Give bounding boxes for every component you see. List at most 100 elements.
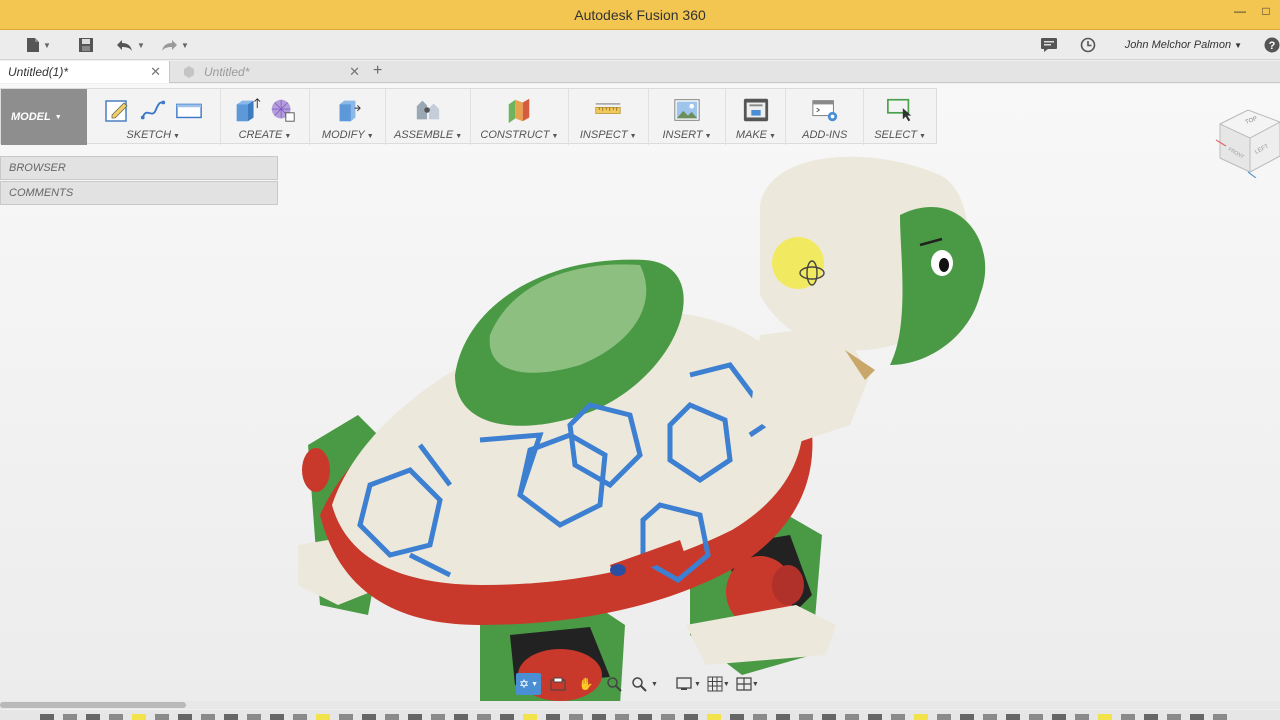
look-at-icon[interactable]	[547, 673, 569, 695]
timeline-feature-icon[interactable]	[316, 714, 330, 720]
timeline-feature-icon[interactable]	[1075, 714, 1089, 720]
timeline-feature-icon[interactable]	[1167, 714, 1181, 720]
workspace-switcher[interactable]: MODEL ▼	[1, 89, 87, 145]
timeline-feature-icon[interactable]	[546, 714, 560, 720]
timeline-feature-icon[interactable]	[799, 714, 813, 720]
timeline-feature-icon[interactable]	[960, 714, 974, 720]
timeline-feature-icon[interactable]	[109, 714, 123, 720]
toolbar-group-sketch[interactable]: SKETCH ▼	[87, 89, 221, 145]
form-icon[interactable]	[269, 96, 297, 124]
toolbar-group-add-ins[interactable]: ADD-INS	[786, 89, 865, 145]
grid-icon[interactable]: ▼	[707, 673, 730, 695]
timeline-feature-icon[interactable]	[914, 714, 928, 720]
timeline-feature-icon[interactable]	[730, 714, 744, 720]
undo-button[interactable]: ▼	[116, 36, 145, 54]
timeline-feature-icon[interactable]	[500, 714, 514, 720]
turtle-3d-model[interactable]	[290, 145, 1010, 705]
view-cube[interactable]: TOP FRONT LEFT	[1210, 106, 1280, 178]
timeline-feature-icon[interactable]	[569, 714, 583, 720]
timeline-feature-icon[interactable]	[270, 714, 284, 720]
toolbar-group-modify[interactable]: MODIFY ▼	[310, 89, 387, 145]
toolbar-group-create[interactable]: CREATE ▼	[221, 89, 311, 145]
sketch-icon[interactable]	[103, 96, 131, 124]
timeline-feature-icon[interactable]	[339, 714, 353, 720]
timeline-feature-icon[interactable]	[592, 714, 606, 720]
timeline-feature-icon[interactable]	[661, 714, 675, 720]
file-menu-button[interactable]: ▼	[26, 36, 51, 54]
history-button[interactable]	[1080, 36, 1096, 54]
job-status-button[interactable]	[1040, 36, 1058, 54]
timeline-feature-icon[interactable]	[776, 714, 790, 720]
toolbar-group-insert[interactable]: INSERT ▼	[649, 89, 727, 145]
timeline-feature-icon[interactable]	[1052, 714, 1066, 720]
timeline-feature-icon[interactable]	[431, 714, 445, 720]
close-icon[interactable]: ✕	[150, 64, 161, 80]
document-tab-inactive[interactable]: Untitled* ✕	[172, 61, 368, 83]
timeline-feature-icon[interactable]	[408, 714, 422, 720]
timeline-feature-icon[interactable]	[707, 714, 721, 720]
comments-panel[interactable]: COMMENTS	[0, 181, 278, 205]
toolbar-group-select[interactable]: SELECT ▼	[864, 89, 936, 145]
new-tab-button[interactable]: +	[373, 62, 382, 80]
timeline-feature-icon[interactable]	[201, 714, 215, 720]
timeline-feature-icon[interactable]	[247, 714, 261, 720]
document-tab-active[interactable]: Untitled(1)* ✕	[0, 61, 170, 83]
timeline-feature-icon[interactable]	[822, 714, 836, 720]
joint-icon[interactable]	[414, 96, 442, 124]
timeline-feature-icon[interactable]	[362, 714, 376, 720]
timeline-feature-icon[interactable]	[86, 714, 100, 720]
timeline-feature-icon[interactable]	[224, 714, 238, 720]
timeline-feature-icon[interactable]	[1121, 714, 1135, 720]
timeline-feature-icon[interactable]	[385, 714, 399, 720]
timeline-feature-icon[interactable]	[615, 714, 629, 720]
timeline-feature-icon[interactable]	[1213, 714, 1227, 720]
timeline-bar[interactable]	[0, 710, 1280, 720]
timeline-feature-icon[interactable]	[1190, 714, 1204, 720]
timeline-feature-icon[interactable]	[868, 714, 882, 720]
maximize-icon[interactable]: □	[1260, 4, 1272, 18]
timeline-feature-icon[interactable]	[454, 714, 468, 720]
scripts-icon[interactable]	[811, 96, 839, 124]
timeline-feature-icon[interactable]	[983, 714, 997, 720]
display-settings-icon[interactable]: ▼	[676, 673, 701, 695]
orbit-icon[interactable]: ✡ ▼	[516, 673, 541, 695]
pan-icon[interactable]: ✋	[575, 673, 597, 695]
timeline-feature-icon[interactable]	[63, 714, 77, 720]
timeline-feature-icon[interactable]	[753, 714, 767, 720]
toolbar-group-construct[interactable]: CONSTRUCT ▼	[471, 89, 569, 145]
timeline-feature-icon[interactable]	[1144, 714, 1158, 720]
toolbar-group-make[interactable]: MAKE ▼	[726, 89, 787, 145]
toolbar-group-inspect[interactable]: INSPECT ▼	[569, 89, 649, 145]
print-3d-icon[interactable]	[742, 96, 770, 124]
extrude-icon[interactable]	[233, 96, 261, 124]
redo-button[interactable]: ▼	[160, 36, 189, 54]
minimize-icon[interactable]: —	[1234, 4, 1246, 18]
timeline-feature-icon[interactable]	[155, 714, 169, 720]
timeline-feature-icon[interactable]	[1098, 714, 1112, 720]
save-button[interactable]	[78, 36, 94, 54]
select-icon[interactable]	[886, 96, 914, 124]
close-icon[interactable]: ✕	[349, 64, 360, 80]
user-account-menu[interactable]: John Melchor Palmon ▼	[1125, 39, 1242, 51]
viewports-icon[interactable]: ▼	[736, 673, 759, 695]
timeline-feature-icon[interactable]	[477, 714, 491, 720]
plane-icon[interactable]	[505, 96, 533, 124]
timeline-feature-icon[interactable]	[178, 714, 192, 720]
help-button[interactable]: ?	[1264, 36, 1280, 54]
toolbar-group-assemble[interactable]: ASSEMBLE ▼	[386, 89, 471, 145]
horizontal-scrollbar[interactable]	[0, 701, 1280, 709]
browser-panel[interactable]: BROWSER	[0, 156, 278, 180]
timeline-feature-icon[interactable]	[40, 714, 54, 720]
scrollbar-thumb[interactable]	[0, 702, 186, 708]
timeline-feature-icon[interactable]	[132, 714, 146, 720]
timeline-feature-icon[interactable]	[638, 714, 652, 720]
timeline-feature-icon[interactable]	[891, 714, 905, 720]
fit-icon[interactable]: ▼	[631, 673, 658, 695]
timeline-feature-icon[interactable]	[684, 714, 698, 720]
zoom-icon[interactable]	[603, 673, 625, 695]
spline-icon[interactable]	[139, 96, 167, 124]
rectangle-icon[interactable]	[175, 96, 203, 124]
press-pull-icon[interactable]	[334, 96, 362, 124]
timeline-feature-icon[interactable]	[293, 714, 307, 720]
timeline-feature-icon[interactable]	[937, 714, 951, 720]
